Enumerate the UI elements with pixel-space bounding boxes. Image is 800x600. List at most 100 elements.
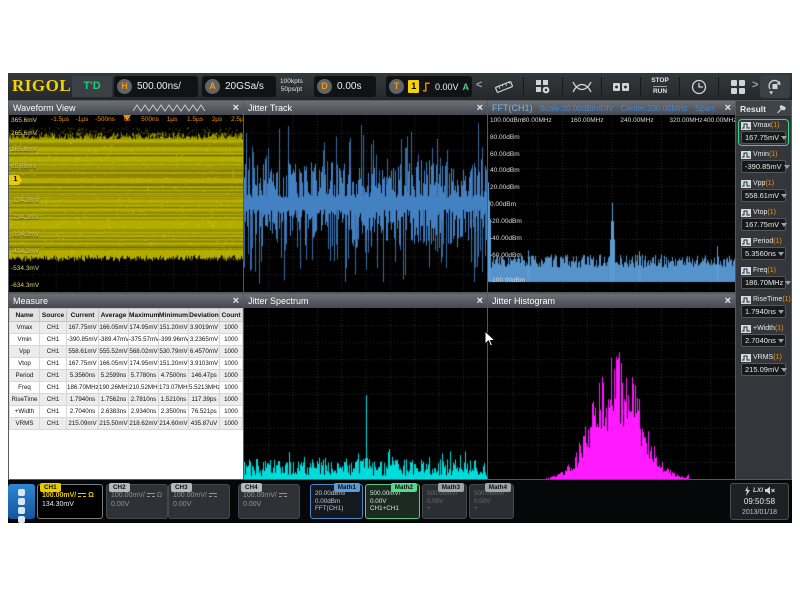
waveform-view-header[interactable]: Waveform View × (9, 101, 243, 115)
dropdown-arrow-icon (784, 165, 790, 169)
measurement-icon (741, 122, 751, 130)
measure-table-area: NameSourceCurrentAverageMaximumMinimumDe… (9, 308, 243, 479)
table-row: VRMSCH1215.09mV215.50mV218.62mV214.60mV4… (10, 418, 243, 430)
result-items: Vmax(1) 167.75mV Vmin(1) -390.85mV (736, 120, 791, 377)
close-icon[interactable]: × (233, 295, 239, 307)
result-item-value[interactable]: 5.3560ns (741, 247, 786, 260)
history-button[interactable] (680, 75, 718, 99)
axis-label: -1.5µs (51, 116, 69, 123)
result-item-value[interactable]: 167.75mV (741, 218, 786, 231)
stop-run-label: STOPRUN (651, 77, 669, 96)
result-item[interactable]: +Width(1) 2.7040ns (739, 323, 788, 348)
result-item-label: Freq(1) (741, 266, 786, 275)
jitter-spectrum-header[interactable]: Jitter Spectrum × (244, 294, 487, 308)
math-card[interactable]: Math2 500.00mV/ 0.00V CH1+CH1 (365, 484, 420, 519)
table-row: RiseTimeCH11.7940ns1.7562ns2.7810ns1.521… (10, 394, 243, 406)
measure-tool-button[interactable] (485, 75, 523, 99)
result-item-label: RiseTime(1) (741, 295, 786, 304)
lxi-label: LXI (753, 487, 763, 494)
result-item-value[interactable]: 558.61mV (741, 189, 786, 202)
trigger-slope-icon (422, 81, 432, 93)
waveform-view-panel: Waveform View × 1 -1.5µs-1µs-500ns0s500n… (8, 100, 244, 293)
eye-diagram-icon (571, 79, 593, 95)
axis-label: 2µs (212, 116, 223, 123)
measure-column-header: Minimum (159, 309, 189, 322)
oscilloscope-screen: RIGOL T'D H 500.00ns/ A 20GSa/s 100kpts … (0, 0, 800, 600)
eye-diagram-button[interactable] (563, 75, 601, 99)
axis-label: -20.00dBm (490, 218, 522, 225)
result-item[interactable]: VRMS(1) 215.09mV (739, 352, 788, 377)
result-item[interactable]: Vmin(1) -390.85mV (739, 149, 788, 174)
dropdown-arrow-icon (785, 281, 791, 285)
measure-header[interactable]: Measure × (9, 294, 243, 308)
result-item-label: Vmax(1) (741, 121, 786, 130)
jitter-histogram-plot[interactable] (488, 308, 735, 479)
result-item-value[interactable]: 167.75mV (741, 131, 786, 144)
trigger-marker-icon[interactable] (123, 115, 131, 121)
axis-label: -1µs (76, 116, 89, 123)
fft-plot[interactable]: 100.00dBm80.00dBm60.00dBm40.00dBm20.00dB… (488, 115, 735, 292)
dropdown-arrow-icon (778, 310, 784, 314)
jitter-histogram-header[interactable]: Jitter Histogram × (488, 294, 735, 308)
measure-column-header: Current (67, 309, 99, 322)
result-item[interactable]: Vmax(1) 167.75mV (739, 120, 788, 145)
horizontal-scale-button[interactable]: H 500.00ns/ (114, 76, 198, 97)
axis-label: 2.5µs (231, 116, 243, 123)
result-header[interactable]: Result (736, 101, 791, 117)
settings-button[interactable] (760, 75, 790, 98)
trigger-button[interactable]: T 1 0.00V A (386, 76, 472, 97)
mask-test-button[interactable] (602, 75, 640, 99)
result-item-value[interactable]: 2.7040ns (741, 334, 786, 347)
axis-label: 80.00dBm (490, 134, 520, 141)
axis-label: -334.3mV (11, 231, 39, 238)
delay-button[interactable]: D 0.00s (314, 76, 376, 97)
jitter-track-header[interactable]: Jitter Track × (244, 101, 487, 115)
measurement-icon (741, 151, 751, 159)
math-card[interactable]: Math1 20.00dBm/ 0.00dBm FFT(CH1) (310, 484, 363, 519)
dropdown-arrow-icon (781, 223, 787, 227)
math-card[interactable]: Math3 500.00mV/ 0.00V + (422, 484, 467, 519)
storage-button[interactable] (524, 75, 562, 99)
axis-label: -500ns (95, 116, 115, 123)
pin-icon[interactable] (776, 104, 787, 114)
math-card[interactable]: Math4 500.00mV/ 0.00V + (469, 484, 514, 519)
result-item[interactable]: Freq(1) 186.70MHz (739, 265, 788, 290)
result-item[interactable]: RiseTime(1) 1.7940ns (739, 294, 788, 319)
system-status-box[interactable]: LXI 09:50:58 2013/01/18 (730, 483, 789, 520)
close-icon[interactable]: × (477, 295, 483, 307)
waveform-scroll-indicator (133, 104, 207, 112)
result-item-label: Period(1) (741, 237, 786, 246)
jitter-track-plot[interactable] (244, 115, 487, 292)
table-row: VtopCH1167.75mV166.05mV174.95mV151.20mV3… (10, 358, 243, 370)
jt-body-canvas (244, 115, 487, 292)
measurement-icon (741, 238, 751, 246)
settings-sync-icon (766, 78, 784, 95)
trigger-level-value: 0.00V (435, 82, 459, 92)
result-item-label: Vmin(1) (741, 150, 786, 159)
result-item[interactable]: Vtop(1) 167.75mV (739, 207, 788, 232)
result-item[interactable]: Period(1) 5.3560ns (739, 236, 788, 261)
result-item-label: Vpp(1) (741, 179, 786, 188)
axis-label: 240.00MHz (620, 117, 653, 124)
math-label: Math2 (391, 483, 417, 492)
nav-right-arrow[interactable]: > (752, 79, 758, 91)
stop-run-button[interactable]: STOPRUN (641, 75, 679, 99)
close-icon[interactable]: × (725, 295, 731, 307)
result-item-label: +Width(1) (741, 324, 786, 333)
result-item-value[interactable]: 186.70MHz (741, 276, 786, 289)
axis-label: 40.00dBm (490, 167, 520, 174)
waveform-view-plot[interactable]: 1 -1.5µs-1µs-500ns0s500ns1µs1.5µs2µs2.5µ… (9, 115, 243, 292)
result-item-value[interactable]: 1.7940ns (741, 305, 786, 318)
fft-header[interactable]: FFT(CH1) Scale:20.00dBm/DIV Center:200.0… (488, 101, 735, 115)
close-icon[interactable]: × (725, 102, 731, 114)
axis-label: -634.3mV (11, 282, 39, 289)
nav-left-arrow[interactable]: < (476, 79, 482, 91)
result-item-value[interactable]: 215.09mV (741, 363, 786, 376)
fft-panel: FFT(CH1) Scale:20.00dBm/DIV Center:200.0… (487, 100, 736, 293)
close-icon[interactable]: × (233, 102, 239, 114)
jitter-spectrum-plot[interactable] (244, 308, 487, 479)
sample-rate-button[interactable]: A 20GSa/s (202, 76, 276, 97)
close-icon[interactable]: × (477, 102, 483, 114)
result-item-value[interactable]: -390.85mV (741, 160, 786, 173)
result-item[interactable]: Vpp(1) 558.61mV (739, 178, 788, 203)
